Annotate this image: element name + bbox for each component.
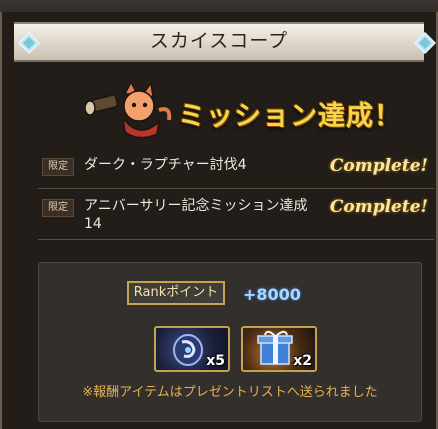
dialog-title: スカイスコープ xyxy=(149,30,289,52)
mission-complete-title: ミッション達成！ xyxy=(178,101,402,132)
mission-row: 限定 アニバーサリー記念ミッション達成14 Complete! xyxy=(38,191,434,237)
reward-sent-note: ※報酬アイテムはプレゼントリストへ送られました xyxy=(82,385,378,400)
rank-points-value: +8000 xyxy=(243,285,301,304)
gem-ornament-icon xyxy=(18,32,40,54)
rank-points-label: Rankポイント xyxy=(127,281,225,305)
row-divider xyxy=(38,239,434,240)
mission-name: ダーク・ラプチャー討伐4 xyxy=(84,157,247,173)
complete-status: Complete! xyxy=(329,197,428,217)
row-divider xyxy=(38,188,434,189)
limited-badge: 限定 xyxy=(42,199,74,217)
reward-panel: Rankポイント +8000 x5 x2 ※報酬アイテムはプレゼントリストへ送ら… xyxy=(38,262,422,422)
limited-badge: 限定 xyxy=(42,158,74,176)
reward-item-crystal[interactable]: x5 xyxy=(154,326,230,372)
reward-item-gift[interactable]: x2 xyxy=(241,326,317,372)
complete-status: Complete! xyxy=(329,156,428,176)
mission-row: 限定 ダーク・ラプチャー討伐4 Complete! xyxy=(38,150,434,188)
item-count: x2 xyxy=(293,353,312,369)
mission-name: アニバーサリー記念ミッション達成14 xyxy=(84,198,308,232)
gem-ornament-icon xyxy=(414,32,436,54)
item-count: x5 xyxy=(206,353,225,369)
dialog-header: スカイスコープ xyxy=(0,14,438,70)
telescope-cat-icon xyxy=(85,80,172,139)
